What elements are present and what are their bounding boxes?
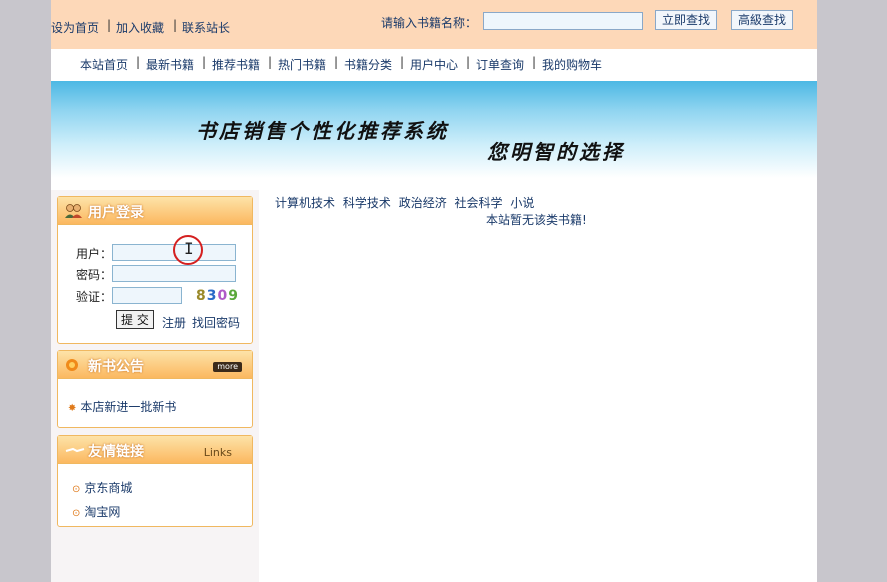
captcha-input[interactable] xyxy=(112,287,182,304)
separator: | xyxy=(268,55,273,69)
handshake-icon xyxy=(64,442,86,462)
friend-links-panel: 友情链接 Links ⊙ 京东商城 ⊙ 淘宝网 xyxy=(57,435,253,527)
separator: | xyxy=(202,55,207,69)
circle-bullet-icon: ⊙ xyxy=(72,484,81,495)
search-label: 请输入书籍名称： xyxy=(381,16,478,30)
captcha-label: 验证： xyxy=(76,290,113,304)
lamp-icon xyxy=(64,357,84,377)
more-link[interactable]: more xyxy=(213,362,242,372)
link-item[interactable]: ⊙ 淘宝网 xyxy=(72,503,120,520)
login-submit-button[interactable]: 提 交 xyxy=(116,310,154,329)
category-novel[interactable]: 小说 xyxy=(510,196,534,210)
link-item[interactable]: ⊙ 京东商城 xyxy=(72,479,132,496)
password-input[interactable] xyxy=(112,265,236,282)
nav-latest-books[interactable]: 最新书籍 xyxy=(146,56,194,73)
login-panel: 用户登录 用户： 密码： 验证： 8309 提 交 注册 找回密码 xyxy=(57,196,253,344)
announcement-item[interactable]: ✸ 本店新进一批新书 xyxy=(68,398,176,415)
recover-password-link[interactable]: 找回密码 xyxy=(192,314,240,331)
star-bullet-icon: ✸ xyxy=(68,403,77,414)
users-icon xyxy=(64,203,84,223)
register-link[interactable]: 注册 xyxy=(162,314,186,331)
announcement-panel-header: 新书公告 more xyxy=(58,351,252,379)
announcement-title: 新书公告 xyxy=(88,359,144,375)
username-label: 用户： xyxy=(76,247,113,261)
link-jd: 京东商城 xyxy=(84,481,133,495)
friend-links-title: 友情链接 xyxy=(88,444,144,460)
nav-categories[interactable]: 书籍分类 xyxy=(344,56,392,73)
captcha-digit: 9 xyxy=(228,288,239,304)
category-social-science[interactable]: 社会科学 xyxy=(455,196,503,210)
friend-links-panel-header: 友情链接 Links xyxy=(58,436,252,464)
site-banner: 书店销售个性化推荐系统 您明智的选择 xyxy=(51,81,817,178)
nav-order-query[interactable]: 订单查询 xyxy=(476,56,524,73)
password-label: 密码： xyxy=(76,268,113,282)
set-homepage-link[interactable]: 设为首页 xyxy=(51,19,99,36)
nav-recommended-books[interactable]: 推荐书籍 xyxy=(212,56,260,73)
top-bar: 设为首页 | 加入收藏 | 联系站长 请输入书籍名称： 立即查找 高級查找 xyxy=(51,0,817,49)
separator: | xyxy=(466,55,471,69)
separator: | xyxy=(532,55,537,69)
separator: | xyxy=(107,18,112,32)
link-taobao: 淘宝网 xyxy=(84,505,121,519)
circle-bullet-icon: ⊙ xyxy=(72,508,81,519)
category-computer[interactable]: 计算机技术 xyxy=(275,196,335,210)
captcha-digit: 0 xyxy=(217,288,229,304)
sidebar: 用户登录 用户： 密码： 验证： 8309 提 交 注册 找回密码 新书公告 m… xyxy=(51,190,259,582)
login-title: 用户登录 xyxy=(88,205,144,221)
category-politics-economy[interactable]: 政治经济 xyxy=(399,196,447,210)
category-list: 计算机技术 科学技术 政治经济 社会科学 小说 xyxy=(275,194,538,211)
text-cursor-icon: I xyxy=(184,239,194,258)
contact-admin-link[interactable]: 联系站长 xyxy=(182,19,230,36)
category-science[interactable]: 科学技术 xyxy=(343,196,391,210)
add-favorite-link[interactable]: 加入收藏 xyxy=(116,19,164,36)
login-panel-header: 用户登录 xyxy=(58,197,252,225)
separator: | xyxy=(334,55,339,69)
banner-slogan: 您明智的选择 xyxy=(487,140,625,164)
main-nav: 本站首页 | 最新书籍 | 推荐书籍 | 热门书籍 | 书籍分类 | 用户中心 … xyxy=(51,49,817,81)
nav-shopping-cart[interactable]: 我的购物车 xyxy=(542,56,602,73)
nav-hot-books[interactable]: 热门书籍 xyxy=(278,56,326,73)
separator: | xyxy=(136,55,141,69)
empty-category-message: 本站暂无该类书籍! xyxy=(486,213,587,227)
banner-title: 书店销售个性化推荐系统 xyxy=(196,119,449,143)
separator: | xyxy=(173,18,178,32)
announcement-text: 本店新进一批新书 xyxy=(80,400,177,414)
advanced-search-button[interactable]: 高級查找 xyxy=(731,10,794,30)
page-container: 设为首页 | 加入收藏 | 联系站长 请输入书籍名称： 立即查找 高級查找 本站… xyxy=(51,0,817,582)
nav-home[interactable]: 本站首页 xyxy=(80,56,128,73)
nav-user-center[interactable]: 用户中心 xyxy=(410,56,458,73)
book-search-input[interactable] xyxy=(483,12,643,30)
search-button[interactable]: 立即查找 xyxy=(655,10,718,30)
captcha-digit: 8 xyxy=(196,288,207,304)
links-tag: Links xyxy=(203,446,232,459)
captcha-image[interactable]: 8309 xyxy=(196,288,239,304)
separator: | xyxy=(400,55,405,69)
announcement-panel: 新书公告 more ✸ 本店新进一批新书 xyxy=(57,350,253,428)
captcha-digit: 3 xyxy=(206,288,218,304)
